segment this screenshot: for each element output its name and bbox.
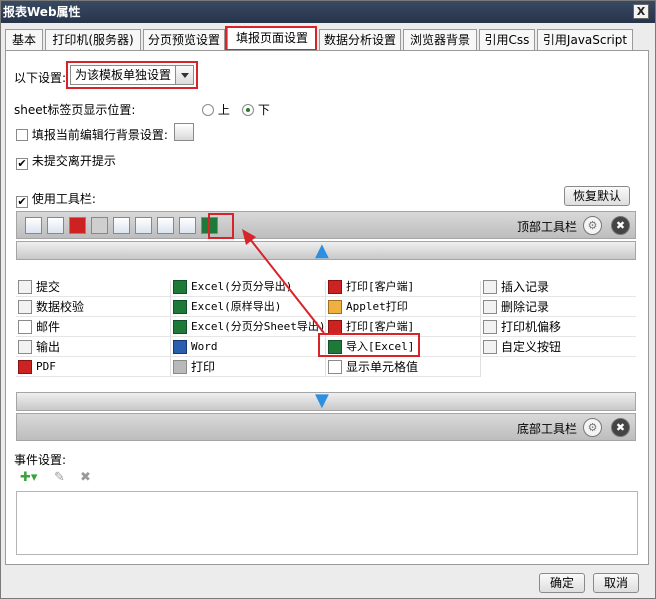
close-icon[interactable]: ✖ (611, 418, 630, 437)
tab-javascript[interactable]: 引用JavaScript (537, 29, 633, 51)
tab-css[interactable]: 引用Css (479, 29, 535, 51)
report-web-properties-dialog: 报表Web属性 X 基本 打印机(服务器) 分页预览设置 填报页面设置 数据分析… (0, 0, 656, 599)
add-event-icon[interactable]: ✚▾ (20, 470, 37, 485)
ok-button[interactable]: 确定 (539, 573, 585, 593)
close-icon[interactable]: X (633, 4, 649, 19)
cancel-button[interactable]: 取消 (593, 573, 639, 593)
delete-event-icon[interactable]: ✖ (80, 470, 91, 485)
annotation-arrow (242, 229, 325, 334)
tab-fill-page-settings[interactable]: 填报页面设置 (227, 27, 317, 51)
tab-data-analysis[interactable]: 数据分析设置 (319, 29, 401, 51)
edit-event-icon[interactable]: ✎ (54, 470, 65, 485)
events-label: 事件设置: (14, 453, 67, 467)
window-title: 报表Web属性 (3, 5, 81, 19)
fill-page-settings-panel: 以下设置: 为该模板单独设置 sheet标签页显示位置: 上 下 填报当前编辑行… (5, 50, 649, 565)
tab-browser-background[interactable]: 浏览器背景 (403, 29, 477, 51)
arrow-line (249, 238, 325, 334)
bottom-toolbar-label: 底部工具栏 (517, 422, 578, 436)
arrow-down-icon: ▼ (315, 390, 329, 411)
move-down-bar[interactable]: ▼ (16, 390, 636, 411)
gear-icon[interactable]: ⚙ (583, 418, 602, 437)
tab-printer-server[interactable]: 打印机(服务器) (45, 29, 141, 51)
title-bar: 报表Web属性 X (1, 1, 655, 23)
tab-page-preview[interactable]: 分页预览设置 (143, 29, 225, 51)
bottom-toolbar: 底部工具栏 ⚙ ✖ (16, 413, 636, 441)
tab-basic[interactable]: 基本 (5, 29, 43, 51)
events-list[interactable] (16, 491, 638, 555)
